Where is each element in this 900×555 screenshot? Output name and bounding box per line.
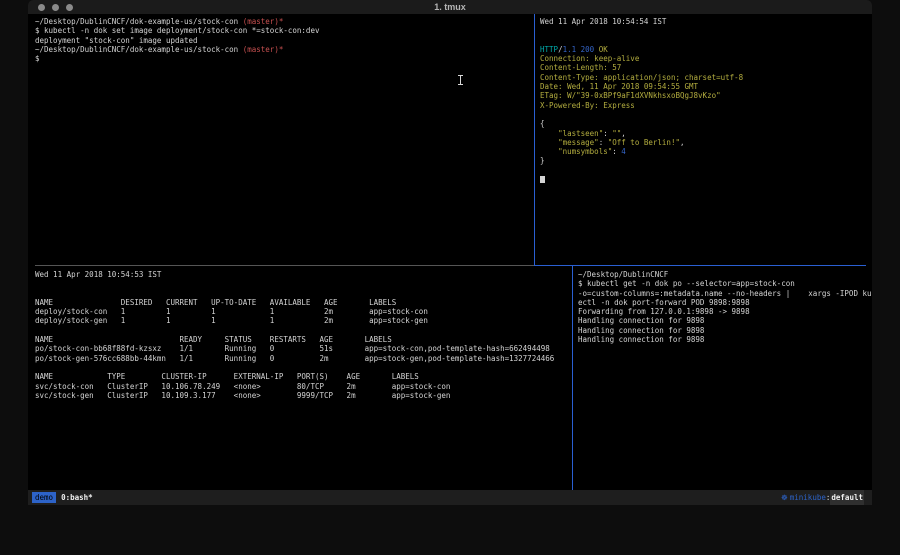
terminal-line: $	[35, 54, 541, 63]
terminal-line	[540, 166, 872, 175]
pane-divider-horizontal-left[interactable]	[35, 265, 534, 266]
pane-top-left-shell[interactable]: ~/Desktop/DublinCNCF/dok-example-us/stoc…	[28, 14, 541, 268]
pane-divider-horizontal-right[interactable]	[534, 265, 866, 266]
window-title: 1. tmux	[28, 0, 872, 14]
terminal-line	[540, 26, 872, 35]
terminal-line	[540, 175, 872, 184]
kube-context-label: minikube	[790, 490, 826, 505]
status-left: demo 0:bash*	[32, 490, 93, 505]
terminal-line: {	[540, 119, 872, 128]
session-name-badge: demo	[32, 492, 56, 503]
terminal-line: NAME READY STATUS RESTARTS AGE LABELS	[35, 335, 579, 344]
terminal-line: ectl -n dok port-forward POD 9898:9898	[578, 298, 872, 307]
mouse-ibeam-cursor	[457, 74, 464, 86]
terminal-line: "lastseen": "",	[540, 129, 872, 138]
terminal-line: Wed 11 Apr 2018 10:54:54 IST	[540, 17, 872, 26]
kube-namespace-label: default	[830, 490, 864, 505]
terminal-line: Handling connection for 9898	[578, 316, 872, 325]
terminal-line: Wed 11 Apr 2018 10:54:53 IST	[35, 270, 579, 279]
terminal-line: $ kubectl get -n dok po --selector=app=s…	[578, 279, 872, 288]
pane-top-right-http-response[interactable]: Wed 11 Apr 2018 10:54:54 IST HTTP/1.1 20…	[535, 14, 872, 268]
terminal-line: deploy/stock-gen 1 1 1 1 2m app=stock-ge…	[35, 316, 579, 325]
pane-bottom-right-port-forward[interactable]: ~/Desktop/DublinCNCF$ kubectl get -n dok…	[573, 266, 872, 494]
terminal-line: svc/stock-con ClusterIP 10.106.78.249 <n…	[35, 382, 579, 391]
terminal-line: Content-Type: application/json; charset=…	[540, 73, 872, 82]
terminal-line: Date: Wed, 11 Apr 2018 09:54:55 GMT	[540, 82, 872, 91]
terminal-line: po/stock-gen-576cc688bb-44kmn 1/1 Runnin…	[35, 354, 579, 363]
terminal-line: Handling connection for 9898	[578, 326, 872, 335]
status-window-label[interactable]: 0:bash*	[61, 490, 93, 505]
terminal-line: Handling connection for 9898	[578, 335, 872, 344]
terminal-line: deployment "stock-con" image updated	[35, 36, 541, 45]
terminal-line: po/stock-con-bb68f88fd-kzsxz 1/1 Running…	[35, 344, 579, 353]
desktop-background: 1. tmux ~/Desktop/DublinCNCF/dok-example…	[0, 0, 900, 555]
pane-bottom-left-kubectl-watch[interactable]: Wed 11 Apr 2018 10:54:53 IST NAME DESIRE…	[28, 266, 579, 494]
terminal-line: NAME DESIRED CURRENT UP-TO-DATE AVAILABL…	[35, 298, 579, 307]
status-right: ☸ minikube : default	[781, 490, 864, 505]
terminal-line: ~/Desktop/DublinCNCF/dok-example-us/stoc…	[35, 17, 541, 26]
terminal-line: "numsymbols": 4	[540, 147, 872, 156]
window-titlebar[interactable]: 1. tmux	[28, 0, 872, 14]
terminal-line: ~/Desktop/DublinCNCF	[578, 270, 872, 279]
terminal-line: -o=custom-columns=:metadata.name --no-he…	[578, 289, 872, 298]
terminal-window: 1. tmux ~/Desktop/DublinCNCF/dok-example…	[28, 0, 872, 505]
terminal-line	[540, 110, 872, 119]
terminal-line: Forwarding from 127.0.0.1:9898 -> 9898	[578, 307, 872, 316]
terminal-line	[35, 326, 579, 335]
terminal-line: NAME TYPE CLUSTER-IP EXTERNAL-IP PORT(S)…	[35, 372, 579, 381]
terminal-line: ETag: W/"39-0xBPf9aF1dXVNkhsxoBQgJ8vKzo"	[540, 91, 872, 100]
terminal-line	[35, 289, 579, 298]
terminal-line: deploy/stock-con 1 1 1 1 2m app=stock-co…	[35, 307, 579, 316]
terminal-line	[35, 363, 579, 372]
text-cursor	[540, 176, 545, 183]
terminal-line: }	[540, 156, 872, 165]
terminal-line: Content-Length: 57	[540, 63, 872, 72]
pane-divider-vertical-bottom[interactable]	[572, 266, 573, 490]
terminal-line: HTTP/1.1 200 OK	[540, 45, 872, 54]
terminal-line: ~/Desktop/DublinCNCF/dok-example-us/stoc…	[35, 45, 541, 54]
terminal-line: svc/stock-gen ClusterIP 10.109.3.177 <no…	[35, 391, 579, 400]
terminal-line: Connection: keep-alive	[540, 54, 872, 63]
tmux-status-bar: demo 0:bash* ☸ minikube : default	[28, 490, 872, 505]
terminal-line: $ kubectl -n dok set image deployment/st…	[35, 26, 541, 35]
pane-divider-vertical-top[interactable]	[534, 14, 535, 266]
terminal-line	[540, 36, 872, 45]
kubernetes-wheel-icon: ☸	[781, 490, 788, 505]
terminal-line	[35, 279, 579, 288]
terminal-line: "message": "Off to Berlin!",	[540, 138, 872, 147]
terminal-line: X-Powered-By: Express	[540, 101, 872, 110]
